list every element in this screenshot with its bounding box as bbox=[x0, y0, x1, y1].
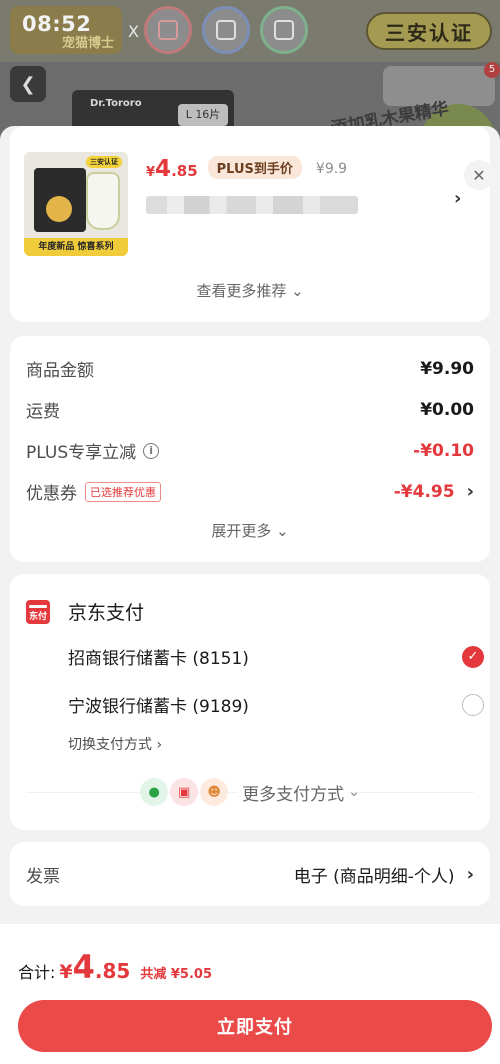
wechat-pay-icon: ● bbox=[140, 778, 169, 806]
more-payment-label: 更多支付方式 bbox=[238, 779, 349, 805]
friend-pay-icon: ☻ bbox=[200, 778, 229, 806]
more-recommendations-link[interactable]: 查看更多推荐 ⌄ bbox=[10, 280, 490, 301]
product-size-label: L 16片 bbox=[178, 104, 228, 126]
brand-multiplier: X bbox=[128, 22, 139, 41]
radio-unchecked-icon[interactable] bbox=[462, 693, 484, 716]
total-currency: ¥ bbox=[59, 961, 73, 983]
close-icon: ✕ bbox=[472, 165, 486, 185]
summary-label: PLUS专享立减 bbox=[26, 443, 137, 463]
payment-option[interactable]: 宁波银行储蓄卡 (9189) bbox=[68, 692, 484, 717]
thumb-cert-badge: 三安认证 bbox=[86, 156, 122, 168]
chevron-right-icon[interactable]: › bbox=[454, 188, 461, 209]
summary-value: -¥0.10 bbox=[413, 440, 474, 461]
certification-seal-icon bbox=[144, 6, 192, 54]
chevron-down-icon: ⌄ bbox=[276, 522, 289, 540]
invoice-label: 发票 bbox=[26, 867, 60, 887]
cart-badge: 5 bbox=[484, 62, 500, 78]
certification-seal-icon bbox=[202, 6, 250, 54]
thumb-banner: 年度新品 惊喜系列 bbox=[24, 238, 128, 256]
product-thumbnail[interactable]: 三安认证 年度新品 惊喜系列 bbox=[24, 152, 128, 256]
summary-label: 优惠券 bbox=[26, 484, 77, 504]
plus-price-badge: PLUS到手价 bbox=[207, 156, 302, 179]
summary-row-coupon[interactable]: 优惠券 已选推荐优惠 -¥4.95 › bbox=[26, 479, 474, 504]
certification-seal-icon bbox=[260, 6, 308, 54]
payment-card: 东付 京东支付 招商银行储蓄卡 (8151) ✓ 宁波银行储蓄卡 (9189) … bbox=[10, 574, 490, 830]
more-recommendations-label: 查看更多推荐 bbox=[196, 282, 287, 300]
expand-more-link[interactable]: 展开更多 ⌄ bbox=[10, 520, 490, 541]
coupon-tag: 已选推荐优惠 bbox=[85, 481, 161, 502]
summary-value: -¥4.95 bbox=[393, 481, 455, 502]
summary-row-plus-discount: PLUS专享立减 i -¥0.10 bbox=[26, 438, 474, 464]
radio-checked-icon[interactable]: ✓ bbox=[462, 645, 484, 668]
product-price-row: ¥ 4 .85 PLUS到手价 ¥9.9 bbox=[146, 156, 347, 182]
status-time: 08:52 bbox=[22, 12, 92, 36]
order-summary: 商品金额 ¥9.90 运费 ¥0.00 PLUS专享立减 i -¥0.10 优惠… bbox=[10, 336, 490, 562]
pay-now-button[interactable]: 立即支付 bbox=[18, 1000, 492, 1052]
total-price: 合计: ¥ 4 .85 共减 ¥5.05 bbox=[18, 948, 212, 986]
sun-graphic bbox=[46, 196, 72, 222]
total-label: 合计: bbox=[18, 963, 56, 982]
more-payment-methods[interactable]: ● ▣ ☻ 更多支付方式 ⌄ bbox=[10, 778, 490, 806]
product-title-blurred bbox=[146, 196, 358, 214]
checkout-sheet: 三安认证 年度新品 惊喜系列 ¥ 4 .85 PLUS到手价 ¥9.9 ✕ › … bbox=[0, 126, 500, 1064]
total-decimal: .85 bbox=[94, 959, 131, 983]
original-price: ¥9.9 bbox=[315, 161, 348, 177]
total-integer: 4 bbox=[72, 948, 95, 986]
checkout-footer: 合计: ¥ 4 .85 共减 ¥5.05 立即支付 bbox=[0, 924, 500, 1064]
payment-option-label: 招商银行储蓄卡 (8151) bbox=[68, 649, 249, 669]
payment-option-label: 宁波银行储蓄卡 (9189) bbox=[68, 697, 249, 717]
certification-badge: 三安认证 bbox=[366, 12, 492, 50]
chevron-down-icon: ⌄ bbox=[348, 784, 360, 800]
gift-cup-image bbox=[86, 172, 120, 230]
bank-card-icon: ▣ bbox=[170, 778, 199, 806]
info-icon[interactable]: i bbox=[143, 442, 160, 459]
price-integer: 4 bbox=[155, 156, 172, 182]
chevron-right-icon: › bbox=[466, 481, 474, 502]
summary-row-goods: 商品金额 ¥9.90 bbox=[26, 356, 474, 382]
invoice-value: 电子 (商品明细-个人) bbox=[293, 867, 455, 887]
summary-label-wrap: 优惠券 已选推荐优惠 bbox=[26, 479, 161, 504]
switch-payment-link[interactable]: 切换支付方式 › bbox=[68, 734, 162, 754]
summary-value: ¥9.90 bbox=[420, 358, 474, 379]
background-product-page: 08:52 宠猫博士 X 三安认证 ❮ 5 Dr.Tororo L 16片 添加… bbox=[0, 0, 500, 140]
summary-row-shipping: 运费 ¥0.00 bbox=[26, 397, 474, 423]
jd-pay-icon: 东付 bbox=[26, 600, 50, 624]
coupon-value-wrap: -¥4.95 › bbox=[394, 481, 474, 502]
close-button[interactable]: ✕ bbox=[464, 160, 494, 190]
expand-more-label: 展开更多 bbox=[211, 522, 272, 540]
invoice-row[interactable]: 发票 电子 (商品明细-个人) › bbox=[10, 842, 490, 906]
payment-option[interactable]: 招商银行储蓄卡 (8151) ✓ bbox=[68, 644, 484, 669]
price-decimal: .85 bbox=[171, 162, 198, 180]
chevron-left-icon: ❮ bbox=[20, 73, 36, 95]
payment-title: 京东支付 bbox=[68, 602, 145, 624]
total-saved: 共减 ¥5.05 bbox=[140, 967, 212, 982]
summary-label: 商品金额 bbox=[26, 361, 94, 381]
summary-value: ¥0.00 bbox=[420, 399, 474, 420]
price-currency: ¥ bbox=[146, 165, 156, 180]
back-button[interactable]: ❮ bbox=[10, 66, 46, 102]
summary-label: 运费 bbox=[26, 402, 60, 422]
chevron-right-icon: › bbox=[466, 864, 474, 885]
invoice-value-wrap: 电子 (商品明细-个人) › bbox=[294, 862, 474, 887]
summary-label-wrap: PLUS专享立减 i bbox=[26, 438, 160, 463]
product-card[interactable]: 三安认证 年度新品 惊喜系列 ¥ 4 .85 PLUS到手价 ¥9.9 ✕ › … bbox=[10, 126, 494, 322]
chevron-down-icon: ⌄ bbox=[291, 282, 304, 300]
product-brand-text: Dr.Tororo bbox=[90, 98, 142, 109]
